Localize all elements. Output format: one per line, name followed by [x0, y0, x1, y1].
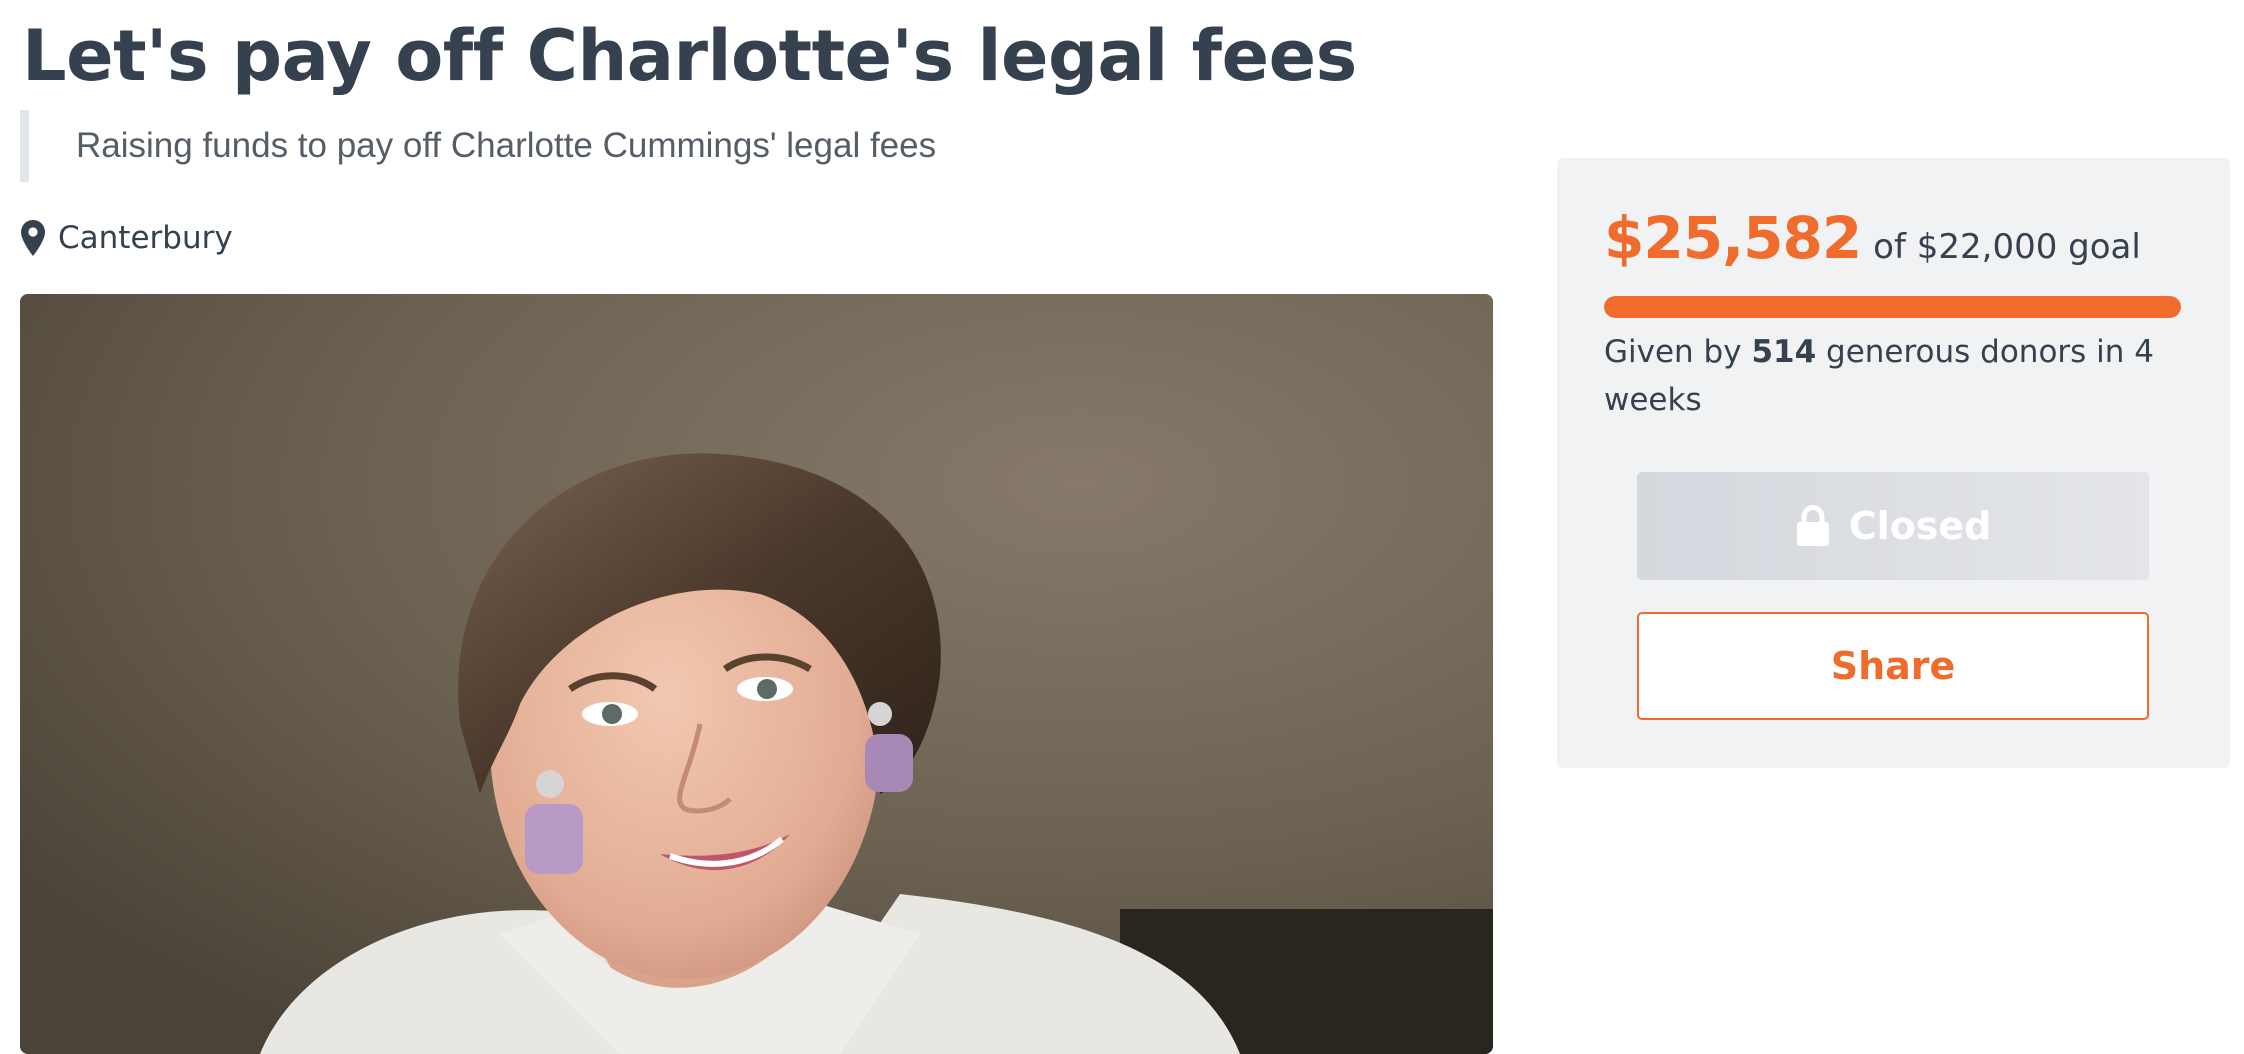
campaign-photo	[20, 294, 1493, 1054]
page-title: Let's pay off Charlotte's legal fees	[22, 15, 1357, 97]
share-label: Share	[1830, 644, 1956, 688]
donor-count: 514	[1751, 334, 1817, 370]
closed-button: Closed	[1637, 472, 2149, 580]
map-pin-icon	[20, 219, 46, 257]
donors-prefix: Given by	[1604, 334, 1742, 370]
campaign-location: Canterbury	[20, 214, 233, 262]
campaign-summary-text: Raising funds to pay off Charlotte Cummi…	[76, 126, 937, 165]
closed-label: Closed	[1848, 504, 1992, 548]
raised-amount: $25,582	[1604, 204, 1862, 272]
progress-bar	[1604, 296, 2181, 318]
goal-text: of $22,000 goal	[1873, 227, 2141, 267]
location-label: Canterbury	[58, 220, 233, 256]
funding-summary: $25,582 of $22,000 goal	[1604, 204, 2141, 272]
lock-icon	[1795, 505, 1831, 547]
funding-panel: $25,582 of $22,000 goal Given by 514 gen…	[1557, 158, 2230, 768]
progress-bar-fill	[1604, 296, 2181, 318]
share-button[interactable]: Share	[1637, 612, 2149, 720]
campaign-summary: Raising funds to pay off Charlotte Cummi…	[20, 110, 936, 182]
donor-info: Given by 514 generous donors in 4 weeks	[1604, 328, 2164, 424]
